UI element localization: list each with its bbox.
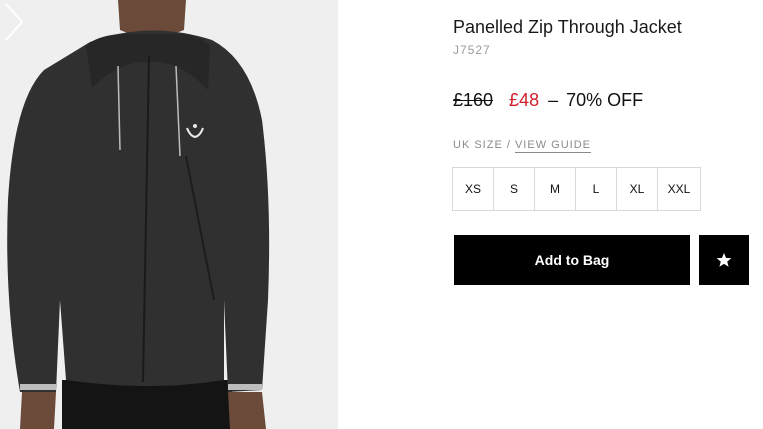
size-option-l[interactable]: L	[576, 168, 617, 210]
size-option-m[interactable]: M	[535, 168, 576, 210]
product-sku: J7527	[453, 43, 491, 57]
chevron-right-icon[interactable]	[0, 0, 30, 44]
product-title: Panelled Zip Through Jacket	[453, 17, 682, 37]
price-separator: –	[548, 90, 559, 110]
discount-label: 70% OFF	[566, 90, 644, 110]
star-icon	[716, 253, 732, 267]
size-option-s[interactable]: S	[494, 168, 535, 210]
original-price: £160	[453, 90, 494, 110]
size-label-text: UK SIZE /	[453, 139, 515, 151]
size-selector: XS S M L XL XXL	[452, 167, 701, 211]
size-option-xl[interactable]: XL	[617, 168, 658, 210]
add-to-bag-button[interactable]: Add to Bag	[454, 235, 690, 285]
view-guide-link[interactable]: VIEW GUIDE	[514, 139, 591, 153]
wishlist-button[interactable]	[699, 235, 749, 285]
sale-price: £48	[509, 90, 540, 110]
product-image	[0, 0, 338, 429]
size-option-xxl[interactable]: XXL	[658, 168, 700, 210]
size-label: UK SIZE / VIEW GUIDE	[453, 139, 591, 153]
price-row: £160 £48 – 70% OFF	[453, 90, 643, 111]
size-option-xs[interactable]: XS	[453, 168, 494, 210]
jacket-photo	[0, 0, 338, 429]
